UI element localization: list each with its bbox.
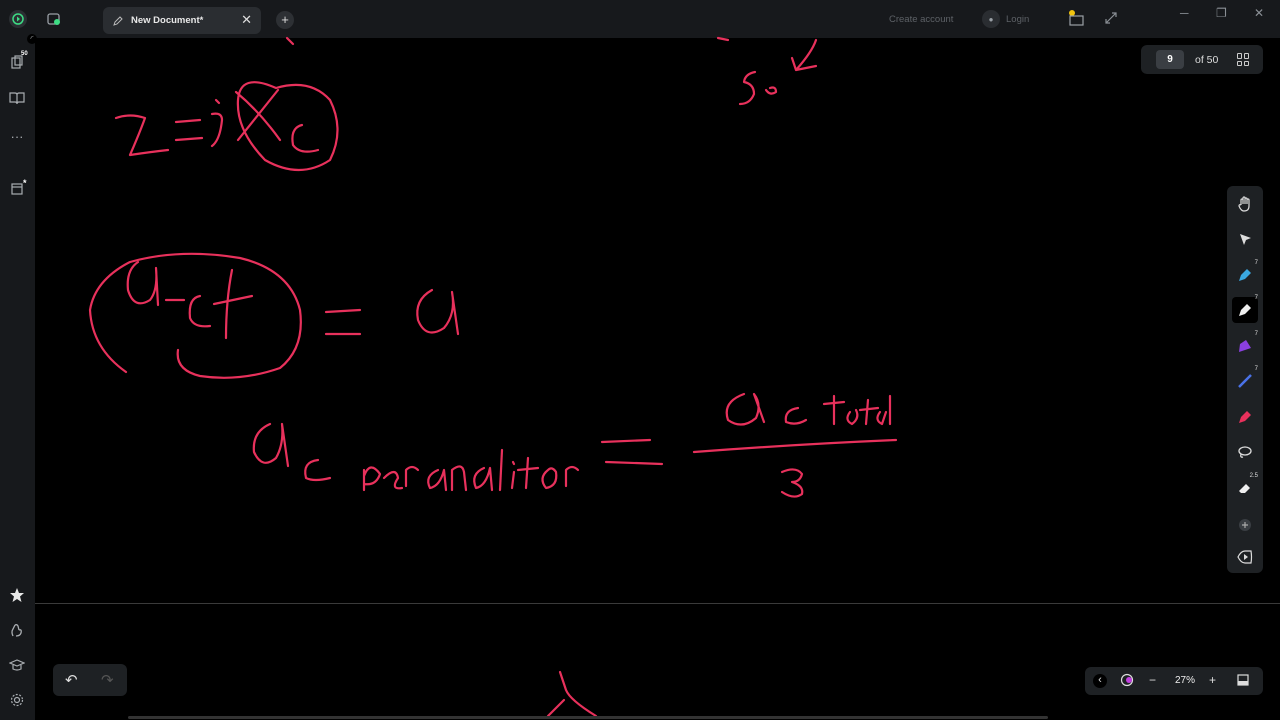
zoom-level[interactable]: 27% [1175,675,1195,686]
hand-tool-icon[interactable] [1232,191,1258,217]
page-indicator: 9 of 50 [1141,45,1263,74]
whiteboard-icon[interactable] [1067,9,1085,30]
line-tool-icon[interactable]: 7 [1232,366,1258,394]
pen-red-icon[interactable] [1232,404,1258,430]
star-icon[interactable] [8,587,26,605]
current-page-input[interactable]: 9 [1156,50,1184,69]
pages-icon[interactable] [8,55,26,73]
new-tab-button[interactable]: + [276,11,294,29]
pen-size-badge: 7 [1254,260,1258,266]
minimize-button[interactable]: ─ [1180,6,1189,20]
select-arrow-icon[interactable] [1232,226,1258,252]
fullscreen-icon[interactable] [1104,11,1118,28]
drawing-toolbar: 7 7 7 7 2.5 [1227,186,1263,573]
app-logo-icon[interactable] [9,10,27,28]
whiteboard-canvas[interactable] [35,38,1280,720]
eraser-size-badge: 2.5 [1249,473,1258,479]
zoom-out-button[interactable]: − [1149,673,1156,687]
add-tool-icon[interactable] [1232,512,1258,538]
page-divider [35,603,1280,604]
highlighter-size-badge: 7 [1254,331,1258,337]
lasso-icon[interactable] [1232,439,1258,465]
palette-icon[interactable] [1120,673,1134,690]
pen-white-icon[interactable]: 7 [1232,295,1258,323]
zoom-bar: ‹ − 27% + [1085,667,1263,695]
fit-screen-icon[interactable] [1237,674,1249,689]
page-total-label: of 50 [1195,53,1219,66]
eraser-icon[interactable]: 2.5 [1232,473,1258,501]
zoom-in-button[interactable]: + [1209,673,1216,687]
more-options-icon[interactable]: ··· [8,128,26,146]
edit-icon [113,15,123,26]
settings-gear-icon[interactable] [8,693,26,711]
close-tab-icon[interactable]: ✕ [241,12,252,28]
pen-cyan-icon[interactable]: 7 [1232,260,1258,288]
cloud-sync-icon[interactable] [46,11,62,30]
redo-icon[interactable]: ↷ [101,671,114,689]
present-icon[interactable] [1232,544,1258,570]
title-bar: New Document* ✕ + Create account ● Login… [0,0,1280,38]
page-grid-icon[interactable] [1237,53,1250,66]
pages-count-badge: 50 [21,51,28,57]
book-icon[interactable] [8,91,26,109]
gesture-icon[interactable] [8,622,26,640]
restore-button[interactable]: ❐ [1216,6,1227,20]
create-account-link[interactable]: Create account [889,14,953,25]
pen-size-badge: 7 [1254,295,1258,301]
previous-page-icon[interactable]: ‹ [1093,674,1107,688]
notes-badge: * [23,178,27,188]
close-window-button[interactable]: ✕ [1254,6,1264,20]
left-sidebar: ◜ 50 ··· * [0,34,37,720]
undo-icon[interactable]: ↶ [65,671,78,689]
login-button[interactable]: ● Login [982,10,1029,28]
tab-new-document[interactable]: New Document* ✕ [103,7,261,34]
graduation-cap-icon[interactable] [8,658,26,676]
login-label: Login [1006,13,1030,25]
line-size-badge: 7 [1254,366,1258,372]
tab-title: New Document* [131,15,204,26]
highlighter-purple-icon[interactable]: 7 [1232,331,1258,359]
horizontal-scrollbar[interactable] [128,716,1048,719]
undo-redo-bar: ↶ ↷ [53,664,127,696]
user-icon: ● [982,10,1000,28]
